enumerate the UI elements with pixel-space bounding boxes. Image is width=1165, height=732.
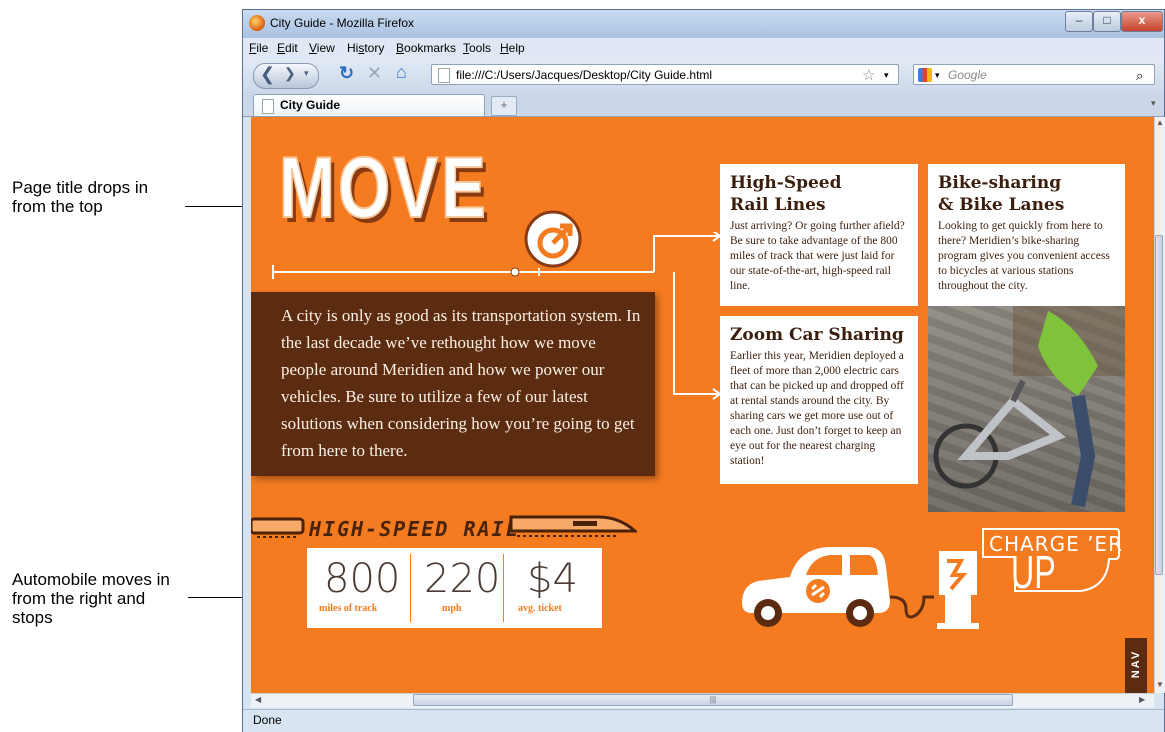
status-text: Done — [253, 713, 282, 727]
up-label: UP — [1011, 546, 1056, 598]
maximize-button[interactable]: □ — [1093, 11, 1121, 32]
card-zoom-car-sharing: Zoom Car Sharing Earlier this year, Meri… — [720, 316, 918, 484]
back-forward-group: ❮ ❯ ▾ — [253, 63, 319, 89]
url-dropdown-icon[interactable]: ▾ — [884, 65, 889, 86]
menu-label: iew — [316, 41, 335, 55]
callout-text: Page title drops in from the top — [12, 178, 149, 216]
card-body: Looking to get quickly from here to ther… — [938, 220, 1110, 292]
menu-accel: B — [396, 41, 405, 55]
status-bar: Done — [243, 709, 1164, 732]
charge-label: CHARGE ’ER — [989, 532, 1123, 556]
url-text: file:///C:/Users/Jacques/Desktop/City Gu… — [456, 68, 713, 82]
rail-label: HIGH-SPEED RAIL — [309, 517, 520, 541]
search-icon[interactable]: ⌕ — [1136, 65, 1143, 86]
stat-value: $4 — [527, 556, 578, 602]
card-high-speed-rail: High-Speed Rail Lines Just arriving? Or … — [720, 164, 918, 306]
stat-value: 800 — [324, 556, 401, 602]
search-engine-dropdown-icon[interactable]: ▾ — [935, 65, 940, 86]
navigation-toolbar: ❮ ❯ ▾ ↻ ✕ ⌂ file:///C:/Users/Jacques/Des… — [243, 58, 1164, 92]
page-icon — [438, 68, 450, 83]
menu-edit[interactable]: Edit — [277, 41, 298, 55]
window-title: City Guide - Mozilla Firefox — [270, 16, 415, 30]
title-bar: City Guide - Mozilla Firefox – □ x — [243, 10, 1164, 38]
firefox-icon — [249, 15, 265, 31]
menu-file[interactable]: File — [249, 41, 268, 55]
menu-label: tory — [364, 41, 385, 55]
forward-button[interactable]: ❯ — [284, 65, 296, 82]
menu-label: elp — [508, 41, 525, 55]
search-placeholder: Google — [948, 68, 987, 82]
tab-list-dropdown-icon[interactable]: ▾ — [1151, 98, 1156, 109]
card-body: Just arriving? Or going further afield? … — [730, 220, 905, 292]
menu-label: dit — [285, 41, 298, 55]
menu-bookmarks[interactable]: Bookmarks — [396, 41, 456, 55]
page-icon — [262, 99, 274, 114]
card-title: Bike-sharing & Bike Lanes — [938, 173, 1065, 215]
menu-label: ookmarks — [404, 41, 457, 55]
url-bar[interactable]: file:///C:/Users/Jacques/Desktop/City Gu… — [431, 64, 899, 85]
callout-text: Automobile moves in from the right and s… — [12, 570, 170, 627]
history-dropdown-icon[interactable]: ▾ — [304, 68, 309, 79]
nav-tab-button[interactable]: NAV — [1125, 638, 1147, 693]
menu-accel: H — [500, 41, 509, 55]
intro-text: A city is only as good as its transporta… — [281, 306, 641, 460]
scroll-right-icon[interactable]: ▶ — [1139, 695, 1145, 704]
nav-label: NAV — [1130, 649, 1142, 679]
scroll-left-icon[interactable]: ◀ — [255, 695, 261, 704]
bike-illustration — [933, 306, 1125, 508]
horizontal-scroll-thumb[interactable]: ||| — [413, 694, 1013, 706]
stat-divider — [503, 554, 504, 622]
menu-accel: E — [277, 41, 286, 55]
stat-label: miles of track — [319, 603, 378, 614]
menu-label: ile — [256, 41, 269, 55]
scroll-up-icon[interactable]: ▲ — [1156, 118, 1164, 127]
menu-bar: File Edit View History Bookmarks Tools H… — [243, 38, 1164, 58]
tab-city-guide[interactable]: City Guide — [253, 94, 485, 116]
close-button[interactable]: x — [1121, 11, 1163, 32]
new-tab-button[interactable]: + — [491, 96, 517, 116]
vertical-scroll-thumb[interactable] — [1155, 235, 1163, 575]
menu-label: Hi — [347, 41, 359, 55]
bookmark-star-icon[interactable]: ☆ — [862, 65, 875, 86]
stop-icon[interactable]: ✕ — [367, 63, 382, 84]
train-icon-left — [251, 517, 305, 538]
menu-accel: V — [309, 41, 317, 55]
menu-tools[interactable]: Tools — [463, 41, 491, 55]
callout-car-animation: Automobile moves in from the right and s… — [12, 570, 202, 627]
menu-help[interactable]: Help — [500, 41, 525, 55]
browser-window: City Guide - Mozilla Firefox – □ x File … — [242, 9, 1165, 732]
menu-view[interactable]: View — [309, 41, 335, 55]
page-viewport: MOVE A city is only as good as its trans… — [251, 117, 1154, 693]
menu-history[interactable]: History — [347, 41, 384, 55]
minimize-button[interactable]: – — [1065, 11, 1093, 32]
tab-strip: City Guide + ▾ — [243, 92, 1164, 117]
train-icon-right — [509, 515, 637, 537]
stat-label: avg. ticket — [518, 603, 562, 614]
card-title: Zoom Car Sharing — [730, 325, 904, 345]
callout-title-animation: Page title drops in from the top — [12, 178, 202, 216]
search-bar[interactable]: ▾ Google ⌕ — [913, 64, 1155, 85]
back-button[interactable]: ❮ — [260, 64, 275, 85]
stat-value: 220 — [424, 556, 501, 602]
rail-stats-panel: 800 miles of track 220 mph $4 avg. ticke… — [307, 548, 602, 628]
scroll-down-icon[interactable]: ▼ — [1156, 680, 1164, 689]
reload-icon[interactable]: ↻ — [339, 63, 354, 84]
bike-photo — [928, 306, 1125, 512]
card-title: High-Speed Rail Lines — [730, 173, 842, 215]
google-icon[interactable] — [918, 68, 932, 82]
card-bike-sharing: Bike-sharing & Bike Lanes Looking to get… — [928, 164, 1125, 306]
page-title: MOVE — [278, 139, 490, 237]
stat-label: mph — [442, 603, 462, 614]
stat-divider — [410, 554, 411, 622]
menu-label: ools — [469, 41, 492, 55]
home-icon[interactable]: ⌂ — [396, 62, 407, 83]
electric-car-icon — [742, 547, 934, 627]
intro-panel: A city is only as good as its transporta… — [251, 292, 655, 476]
card-body: Earlier this year, Meridien deployed a f… — [730, 350, 904, 467]
tab-label: City Guide — [280, 98, 341, 112]
